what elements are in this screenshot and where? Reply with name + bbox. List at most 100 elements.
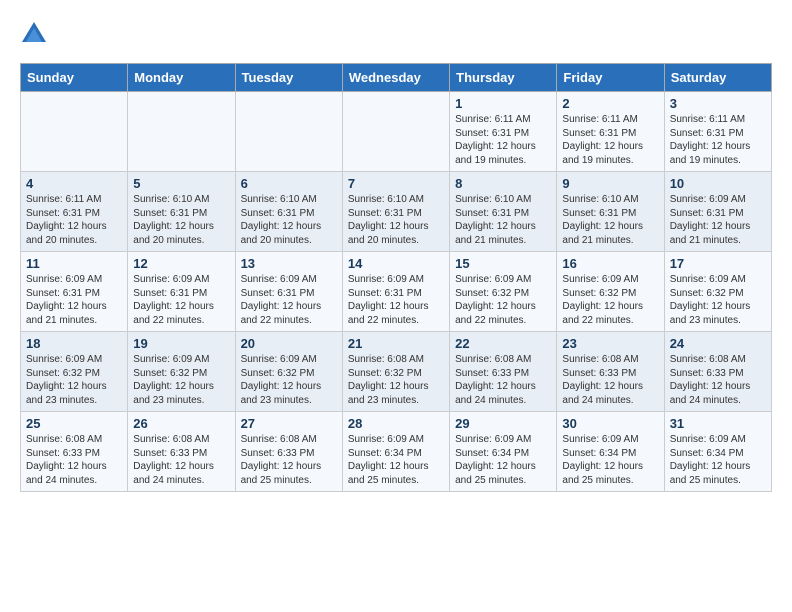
- day-number: 7: [348, 176, 444, 191]
- day-number: 21: [348, 336, 444, 351]
- day-info: Sunrise: 6:09 AM Sunset: 6:31 PM Dayligh…: [241, 273, 337, 327]
- day-info: Sunrise: 6:09 AM Sunset: 6:34 PM Dayligh…: [670, 433, 766, 487]
- day-info: Sunrise: 6:08 AM Sunset: 6:33 PM Dayligh…: [133, 433, 229, 487]
- day-header-thursday: Thursday: [450, 64, 557, 92]
- day-info: Sunrise: 6:09 AM Sunset: 6:32 PM Dayligh…: [562, 273, 658, 327]
- day-header-tuesday: Tuesday: [235, 64, 342, 92]
- day-number: 23: [562, 336, 658, 351]
- calendar-cell: 28 Sunrise: 6:09 AM Sunset: 6:34 PM Dayli…: [342, 412, 449, 492]
- calendar-table: SundayMondayTuesdayWednesdayThursdayFrid…: [20, 63, 772, 492]
- day-number: 31: [670, 416, 766, 431]
- day-number: 28: [348, 416, 444, 431]
- day-number: 12: [133, 256, 229, 271]
- day-number: 15: [455, 256, 551, 271]
- day-info: Sunrise: 6:09 AM Sunset: 6:31 PM Dayligh…: [348, 273, 444, 327]
- week-row-1: 4 Sunrise: 6:11 AM Sunset: 6:31 PM Daylig…: [21, 172, 772, 252]
- logo-icon: [20, 20, 48, 48]
- calendar-cell: 24Sunrise: 6:08 AM Sunset: 6:33 PM Dayli…: [664, 332, 771, 412]
- day-number: 11: [26, 256, 122, 271]
- day-header-sunday: Sunday: [21, 64, 128, 92]
- header: [20, 20, 772, 48]
- day-number: 5: [133, 176, 229, 191]
- calendar-cell: 27 Sunrise: 6:08 AM Sunset: 6:33 PM Dayli…: [235, 412, 342, 492]
- day-number: 3: [670, 96, 766, 111]
- calendar-cell: 4 Sunrise: 6:11 AM Sunset: 6:31 PM Daylig…: [21, 172, 128, 252]
- day-header-monday: Monday: [128, 64, 235, 92]
- calendar-cell: 23 Sunrise: 6:08 AM Sunset: 6:33 PM Dayli…: [557, 332, 664, 412]
- calendar-cell: 11 Sunrise: 6:09 AM Sunset: 6:31 PM Dayli…: [21, 252, 128, 332]
- calendar-cell: [21, 92, 128, 172]
- day-info: Sunrise: 6:09 AM Sunset: 6:31 PM Dayligh…: [133, 273, 229, 327]
- day-number: 30: [562, 416, 658, 431]
- calendar-cell: 16 Sunrise: 6:09 AM Sunset: 6:32 PM Dayli…: [557, 252, 664, 332]
- calendar-cell: [235, 92, 342, 172]
- calendar-cell: 18Sunrise: 6:09 AM Sunset: 6:32 PM Dayli…: [21, 332, 128, 412]
- day-info: Sunrise: 6:10 AM Sunset: 6:31 PM Dayligh…: [348, 193, 444, 247]
- calendar-cell: 5 Sunrise: 6:10 AM Sunset: 6:31 PM Daylig…: [128, 172, 235, 252]
- calendar-cell: 29 Sunrise: 6:09 AM Sunset: 6:34 PM Dayli…: [450, 412, 557, 492]
- day-number: 27: [241, 416, 337, 431]
- day-header-wednesday: Wednesday: [342, 64, 449, 92]
- day-info: Sunrise: 6:11 AM Sunset: 6:31 PM Dayligh…: [26, 193, 122, 247]
- day-info: Sunrise: 6:10 AM Sunset: 6:31 PM Dayligh…: [133, 193, 229, 247]
- day-info: Sunrise: 6:11 AM Sunset: 6:31 PM Dayligh…: [455, 113, 551, 167]
- day-number: 19: [133, 336, 229, 351]
- calendar-cell: 3 Sunrise: 6:11 AM Sunset: 6:31 PM Daylig…: [664, 92, 771, 172]
- week-row-2: 11 Sunrise: 6:09 AM Sunset: 6:31 PM Dayli…: [21, 252, 772, 332]
- day-number: 26: [133, 416, 229, 431]
- day-number: 6: [241, 176, 337, 191]
- day-info: Sunrise: 6:09 AM Sunset: 6:34 PM Dayligh…: [455, 433, 551, 487]
- calendar-cell: 21 Sunrise: 6:08 AM Sunset: 6:32 PM Dayli…: [342, 332, 449, 412]
- day-info: Sunrise: 6:09 AM Sunset: 6:32 PM Dayligh…: [133, 353, 229, 407]
- day-info: Sunrise: 6:09 AM Sunset: 6:34 PM Dayligh…: [562, 433, 658, 487]
- day-info: Sunrise: 6:09 AM Sunset: 6:31 PM Dayligh…: [670, 193, 766, 247]
- day-number: 18: [26, 336, 122, 351]
- day-info: Sunrise: 6:09 AM Sunset: 6:32 PM Dayligh…: [670, 273, 766, 327]
- calendar-cell: [342, 92, 449, 172]
- week-row-3: 18 Sunrise: 6:09 AM Sunset: 6:32 PM Dayli…: [21, 332, 772, 412]
- day-number: 13: [241, 256, 337, 271]
- day-info: Sunrise: 6:11 AM Sunset: 6:31 PM Dayligh…: [562, 113, 658, 167]
- day-number: 4: [26, 176, 122, 191]
- calendar-cell: 22Sunrise: 6:08 AM Sunset: 6:33 PM Dayli…: [450, 332, 557, 412]
- day-number: 29: [455, 416, 551, 431]
- day-number: 9: [562, 176, 658, 191]
- calendar-cell: 6 Sunrise: 6:10 AM Sunset: 6:31 PM Daylig…: [235, 172, 342, 252]
- calendar-cell: 12 Sunrise: 6:09 AM Sunset: 6:31 PM Dayli…: [128, 252, 235, 332]
- calendar-cell: 30 Sunrise: 6:09 AM Sunset: 6:34 PM Dayli…: [557, 412, 664, 492]
- day-info: Sunrise: 6:08 AM Sunset: 6:32 PM Dayligh…: [348, 353, 444, 407]
- day-info: Sunrise: 6:11 AM Sunset: 6:31 PM Dayligh…: [670, 113, 766, 167]
- day-number: 16: [562, 256, 658, 271]
- day-info: Sunrise: 6:08 AM Sunset: 6:33 PM Dayligh…: [562, 353, 658, 407]
- calendar-cell: 15Sunrise: 6:09 AM Sunset: 6:32 PM Dayli…: [450, 252, 557, 332]
- calendar-cell: 19 Sunrise: 6:09 AM Sunset: 6:32 PM Dayli…: [128, 332, 235, 412]
- day-number: 1: [455, 96, 551, 111]
- page: SundayMondayTuesdayWednesdayThursdayFrid…: [0, 0, 792, 502]
- calendar-cell: 26 Sunrise: 6:08 AM Sunset: 6:33 PM Dayli…: [128, 412, 235, 492]
- day-info: Sunrise: 6:08 AM Sunset: 6:33 PM Dayligh…: [26, 433, 122, 487]
- calendar-cell: 8Sunrise: 6:10 AM Sunset: 6:31 PM Daylig…: [450, 172, 557, 252]
- calendar-header-row: SundayMondayTuesdayWednesdayThursdayFrid…: [21, 64, 772, 92]
- day-number: 2: [562, 96, 658, 111]
- calendar-cell: 13 Sunrise: 6:09 AM Sunset: 6:31 PM Dayli…: [235, 252, 342, 332]
- day-number: 8: [455, 176, 551, 191]
- day-info: Sunrise: 6:09 AM Sunset: 6:32 PM Dayligh…: [241, 353, 337, 407]
- calendar-cell: 7 Sunrise: 6:10 AM Sunset: 6:31 PM Daylig…: [342, 172, 449, 252]
- day-info: Sunrise: 6:10 AM Sunset: 6:31 PM Dayligh…: [241, 193, 337, 247]
- calendar-cell: 9 Sunrise: 6:10 AM Sunset: 6:31 PM Daylig…: [557, 172, 664, 252]
- calendar-cell: [128, 92, 235, 172]
- calendar-cell: 17Sunrise: 6:09 AM Sunset: 6:32 PM Dayli…: [664, 252, 771, 332]
- day-info: Sunrise: 6:08 AM Sunset: 6:33 PM Dayligh…: [241, 433, 337, 487]
- calendar-cell: 25 Sunrise: 6:08 AM Sunset: 6:33 PM Dayli…: [21, 412, 128, 492]
- calendar-cell: 14 Sunrise: 6:09 AM Sunset: 6:31 PM Dayli…: [342, 252, 449, 332]
- day-info: Sunrise: 6:08 AM Sunset: 6:33 PM Dayligh…: [670, 353, 766, 407]
- day-number: 22: [455, 336, 551, 351]
- calendar-cell: 10 Sunrise: 6:09 AM Sunset: 6:31 PM Dayli…: [664, 172, 771, 252]
- day-info: Sunrise: 6:09 AM Sunset: 6:34 PM Dayligh…: [348, 433, 444, 487]
- day-info: Sunrise: 6:09 AM Sunset: 6:31 PM Dayligh…: [26, 273, 122, 327]
- day-number: 10: [670, 176, 766, 191]
- logo: [20, 20, 52, 48]
- day-number: 14: [348, 256, 444, 271]
- day-number: 25: [26, 416, 122, 431]
- day-info: Sunrise: 6:10 AM Sunset: 6:31 PM Dayligh…: [562, 193, 658, 247]
